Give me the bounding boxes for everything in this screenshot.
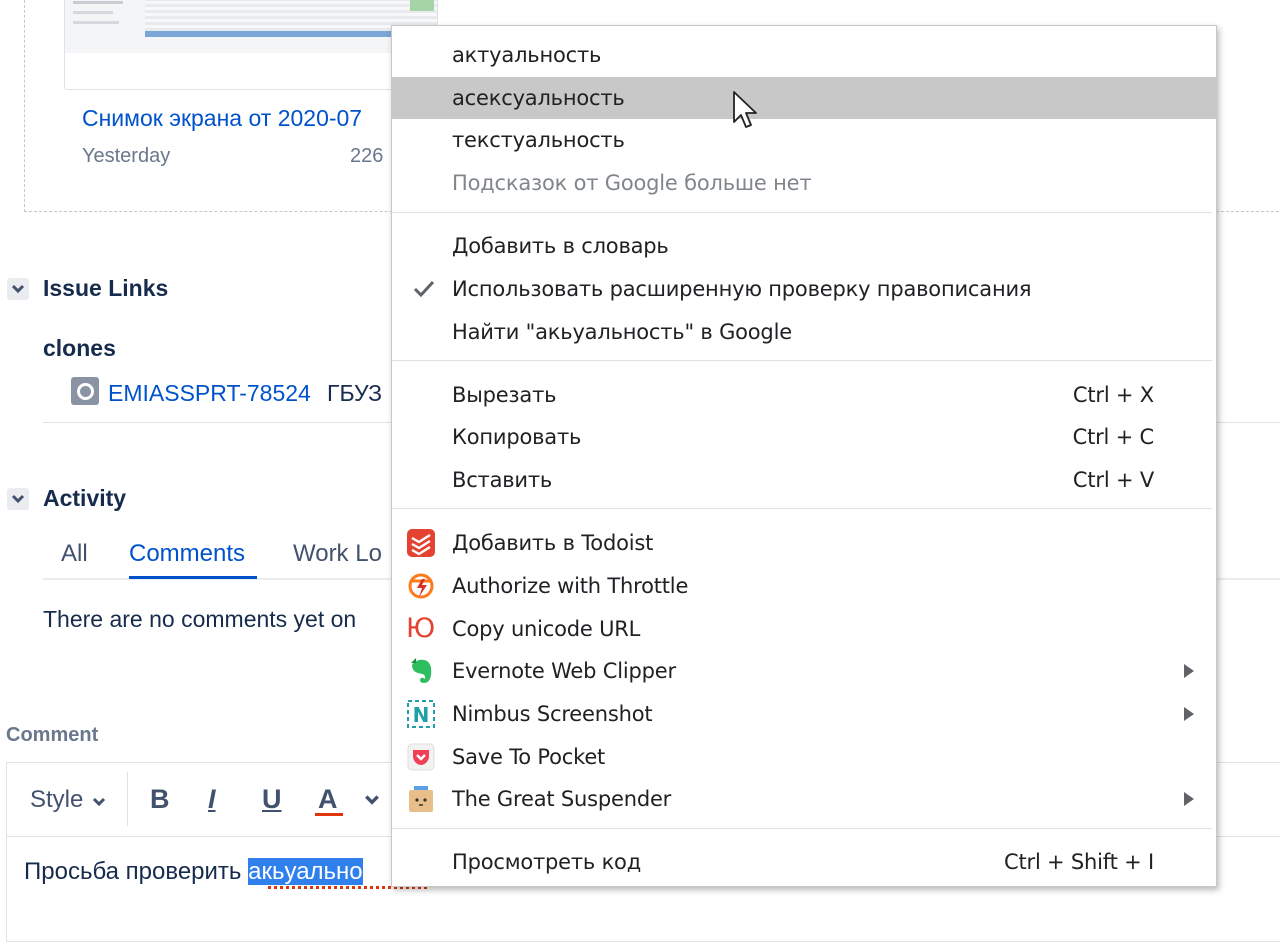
checkmark-icon xyxy=(413,280,435,298)
nimbus-icon-glyph: N xyxy=(413,703,430,727)
menu-item-shortcut: Ctrl + C xyxy=(1072,425,1155,449)
menu-item-shortcut: Ctrl + X xyxy=(1072,383,1154,407)
pocket-icon xyxy=(407,743,435,771)
menu-item-search-google[interactable]: Найти "акьуальность" в Google xyxy=(392,311,1216,353)
menu-item-label: текстуальность xyxy=(452,128,625,152)
submenu-arrow-icon xyxy=(1184,707,1194,721)
comment-label: Comment xyxy=(6,724,99,746)
menu-item-label: Вставить xyxy=(452,468,553,492)
menu-item-cut[interactable]: Вырезать Ctrl + X xyxy=(392,374,1216,416)
italic-button[interactable]: I xyxy=(208,784,216,815)
link-relation: clones xyxy=(43,335,116,361)
linked-issue-summary: ГБУЗ xyxy=(327,380,383,406)
menu-item-label: Подсказок от Google больше нет xyxy=(452,171,812,195)
menu-item-label: The Great Suspender xyxy=(452,787,672,811)
attachment-thumbnail[interactable] xyxy=(64,0,438,90)
menu-item-label: Копировать xyxy=(452,425,582,449)
menu-item-shortcut: Ctrl + Shift + I xyxy=(1004,850,1154,874)
attachment-date: Yesterday xyxy=(82,145,171,167)
menu-item-label: Использовать расширенную проверку правоп… xyxy=(452,277,1032,301)
menu-item-label: Вырезать xyxy=(452,383,557,407)
great-suspender-icon xyxy=(409,786,433,812)
menu-item-evernote[interactable]: Evernote Web Clipper xyxy=(392,650,1216,692)
menu-item-label: Save To Pocket xyxy=(452,745,606,769)
attachment-size: 226 xyxy=(350,145,384,167)
issue-links-title: Issue Links xyxy=(43,275,169,301)
menu-item-label: актуальность xyxy=(452,43,602,67)
chevron-down-icon xyxy=(11,284,25,294)
menu-item-label: Copy unicode URL xyxy=(452,617,641,641)
menu-item-paste[interactable]: Вставить Ctrl + V xyxy=(392,459,1216,501)
menu-item-great-suspender[interactable]: The Great Suspender xyxy=(392,778,1216,820)
comment-text-plain: Просьба проверить xyxy=(24,858,249,885)
menu-item-copy-unicode-url[interactable]: Ю Copy unicode URL xyxy=(392,608,1216,650)
mouse-cursor-icon xyxy=(733,91,757,128)
menu-item-throttle[interactable]: Authorize with Throttle xyxy=(392,565,1216,607)
active-tab-indicator xyxy=(129,576,257,579)
menu-item-label: асексуальность xyxy=(452,86,625,110)
todoist-icon xyxy=(407,529,435,557)
text-color-button[interactable]: A xyxy=(318,784,338,815)
tab-comments[interactable]: Comments xyxy=(129,540,245,568)
bold-button[interactable]: B xyxy=(150,784,170,815)
menu-item-label: Evernote Web Clipper xyxy=(452,659,676,683)
context-menu: актуальность асексуальность текстуальнос… xyxy=(391,25,1217,887)
menu-item-label: Добавить в словарь xyxy=(452,234,669,258)
submenu-arrow-icon xyxy=(1184,792,1194,806)
menu-item-add-to-dictionary[interactable]: Добавить в словарь xyxy=(392,225,1216,267)
selected-misspelled-word: акьуально xyxy=(248,858,363,885)
menu-item-enhanced-spellcheck[interactable]: Использовать расширенную проверку правоп… xyxy=(392,268,1216,310)
unicode-url-icon: Ю xyxy=(406,613,436,644)
throttle-icon xyxy=(408,573,434,599)
menu-separator xyxy=(392,828,1212,829)
style-label: Style xyxy=(30,786,84,813)
evernote-icon xyxy=(411,658,432,683)
menu-separator xyxy=(392,212,1212,213)
submenu-arrow-icon xyxy=(1184,664,1194,678)
tab-work-log[interactable]: Work Lo xyxy=(293,540,382,568)
activity-title: Activity xyxy=(43,485,127,511)
tab-all[interactable]: All xyxy=(61,540,88,568)
nimbus-icon: N xyxy=(407,700,435,728)
menu-item-inspect[interactable]: Просмотреть код Ctrl + Shift + I xyxy=(392,841,1216,883)
menu-item-label: Добавить в Todoist xyxy=(452,531,654,555)
chevron-down-icon xyxy=(11,494,25,504)
menu-item-suggestion-3[interactable]: текстуальность xyxy=(392,119,1216,161)
issue-links-toggle[interactable] xyxy=(7,278,29,300)
menu-item-label: Nimbus Screenshot xyxy=(452,702,653,726)
comment-text[interactable]: Просьба проверить акьуально xyxy=(24,858,363,886)
text-color-indicator xyxy=(315,813,343,816)
menu-item-label: Найти "акьуальность" в Google xyxy=(452,320,792,344)
menu-item-pocket[interactable]: Save To Pocket xyxy=(392,736,1216,778)
menu-item-label: Просмотреть код xyxy=(452,850,642,874)
menu-item-label: Authorize with Throttle xyxy=(452,574,689,598)
thumbnail-image xyxy=(65,0,437,53)
chevron-down-icon xyxy=(92,797,106,807)
linked-issue-key[interactable]: EMIASSPRT-78524 xyxy=(108,380,311,407)
chevron-down-icon[interactable] xyxy=(364,794,380,806)
underline-button[interactable]: U xyxy=(262,784,282,815)
issue-type-icon xyxy=(71,377,99,405)
menu-item-suggestion-2[interactable]: асексуальность xyxy=(392,77,1216,119)
style-dropdown[interactable]: Style xyxy=(30,786,106,814)
menu-item-todoist[interactable]: Добавить в Todoist xyxy=(392,522,1216,564)
menu-item-no-more-suggestions: Подсказок от Google больше нет xyxy=(392,162,1216,204)
menu-item-copy[interactable]: Копировать Ctrl + C xyxy=(392,416,1216,458)
toolbar-separator xyxy=(127,772,128,826)
menu-separator xyxy=(392,360,1212,361)
menu-item-shortcut: Ctrl + V xyxy=(1072,468,1154,492)
empty-comments-text: There are no comments yet on xyxy=(43,606,357,632)
attachment-name[interactable]: Снимок экрана от 2020-07 xyxy=(82,105,362,132)
menu-separator xyxy=(392,508,1212,509)
menu-item-suggestion-1[interactable]: актуальность xyxy=(392,34,1216,76)
menu-item-nimbus[interactable]: N Nimbus Screenshot xyxy=(392,693,1216,735)
activity-toggle[interactable] xyxy=(7,488,29,510)
